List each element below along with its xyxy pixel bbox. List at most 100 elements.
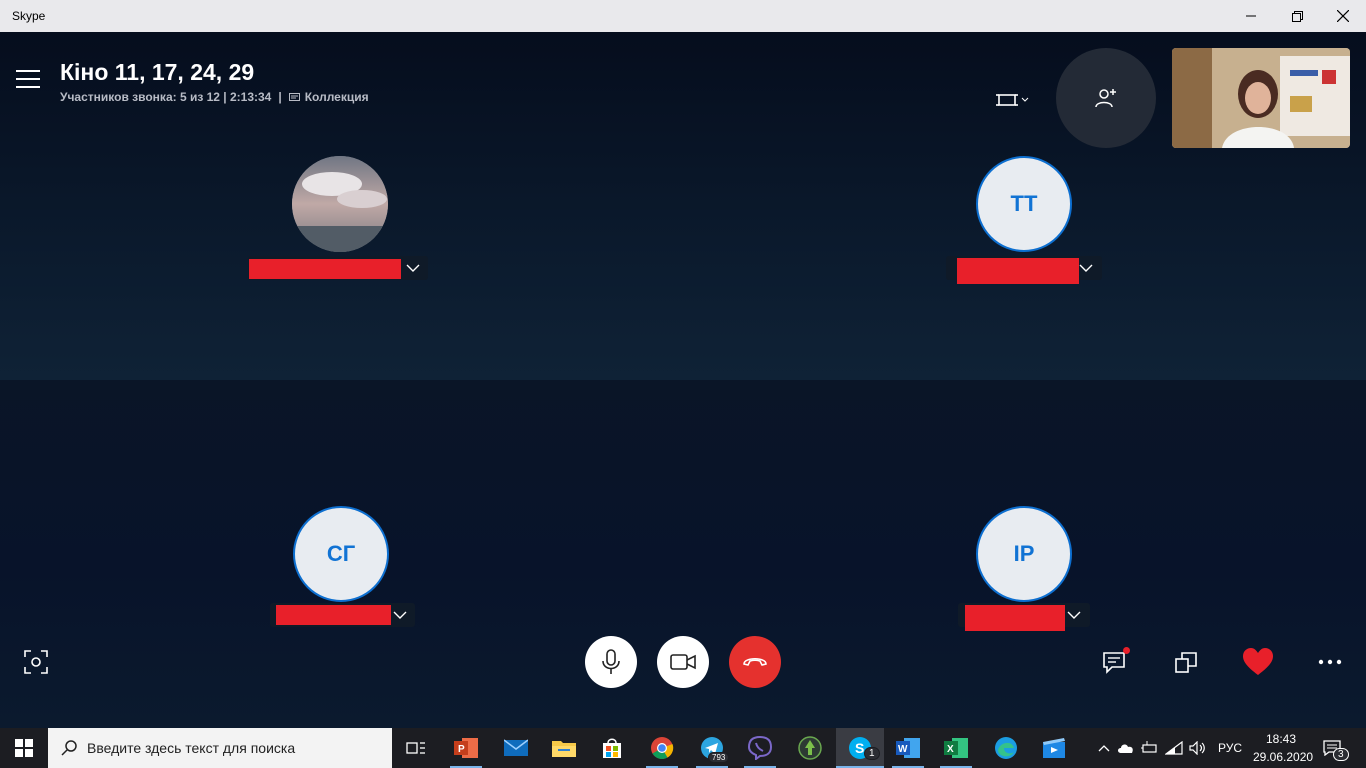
share-screen-button[interactable]: [1172, 648, 1200, 676]
chat-notification-dot: [1123, 647, 1130, 654]
search-icon: [61, 740, 77, 756]
movie-maker-icon: [1043, 738, 1065, 758]
restore-button[interactable]: [1274, 0, 1320, 32]
microphone-icon: [602, 649, 620, 674]
heart-icon: [1243, 648, 1273, 675]
share-screen-icon: [1175, 652, 1197, 673]
notifications-count-badge: 3: [1333, 748, 1349, 761]
taskbar-app-powerpoint[interactable]: P: [442, 728, 490, 768]
input-language-indicator[interactable]: РУС: [1218, 741, 1242, 755]
skype-unread-badge: 1: [864, 747, 880, 760]
participants-count: Участников звонка: 5 из 12 | 2:13:34: [60, 90, 272, 104]
taskbar-app-file-explorer[interactable]: [540, 728, 588, 768]
snapshot-icon: [24, 650, 48, 674]
mail-icon: [504, 739, 528, 756]
clock-date[interactable]: 29.06.2020: [1253, 750, 1313, 764]
windows-logo-icon: [15, 739, 33, 757]
window-titlebar: Skype: [0, 0, 1366, 32]
taskbar-app-viber[interactable]: [736, 728, 784, 768]
add-person-icon: [1095, 89, 1116, 108]
participant-name-bar[interactable]: [270, 603, 415, 627]
power-plug-icon: [1141, 741, 1157, 753]
hang-up-button[interactable]: [729, 636, 781, 688]
participant-avatar: ТТ: [976, 156, 1072, 252]
snapshot-button[interactable]: [22, 648, 50, 676]
call-area: Кіно 11, 17, 24, 29 Участников звонка: 5…: [0, 32, 1366, 728]
telegram-unread-badge: 793: [708, 752, 730, 763]
excel-icon: X: [944, 738, 968, 758]
show-hidden-icons-button[interactable]: [1094, 738, 1114, 758]
taskbar-search-input[interactable]: Введите здесь текст для поиска: [48, 728, 392, 768]
window-title: Skype: [12, 9, 46, 23]
taskbar-app-movie-maker[interactable]: [1030, 728, 1078, 768]
chevron-up-icon: [1098, 745, 1110, 752]
taskbar-app-edge[interactable]: [982, 728, 1030, 768]
participant-initials: ІР: [1013, 541, 1035, 566]
call-subtitle: Участников звонка: 5 из 12 | 2:13:34 | К…: [60, 90, 369, 104]
gallery-link[interactable]: Коллекция: [288, 90, 369, 104]
menu-button[interactable]: [16, 70, 40, 90]
network-tray-button[interactable]: [1164, 738, 1184, 758]
svg-text:X: X: [947, 744, 954, 755]
chevron-down-icon: [1079, 264, 1093, 272]
more-options-button[interactable]: [1316, 648, 1344, 676]
avatar-photo: [292, 156, 388, 252]
minimize-button[interactable]: [1228, 0, 1274, 32]
self-video-image: [1172, 48, 1350, 148]
gallery-icon: [288, 92, 300, 101]
layout-switch-button[interactable]: [996, 88, 1036, 112]
taskbar-app-green[interactable]: [786, 728, 834, 768]
close-icon: [1337, 10, 1349, 22]
participant-name-bar[interactable]: [248, 256, 428, 280]
participant-name-bar[interactable]: [946, 256, 1102, 284]
taskbar-app-word[interactable]: W: [884, 728, 932, 768]
taskbar-app-skype[interactable]: S 1: [836, 728, 884, 768]
close-button[interactable]: [1320, 0, 1366, 32]
taskbar-app-mail[interactable]: [492, 728, 540, 768]
clock-time[interactable]: 18:43: [1266, 732, 1296, 746]
react-button[interactable]: [1242, 646, 1274, 678]
svg-text:W: W: [898, 744, 908, 755]
restore-icon: [1291, 10, 1303, 22]
participant-name-bar[interactable]: [958, 603, 1090, 631]
layout-icon: [996, 94, 1018, 106]
app-green-icon: [798, 736, 822, 760]
video-camera-icon: [670, 654, 696, 670]
more-options-icon: [1318, 659, 1342, 665]
viber-icon: [748, 736, 772, 760]
taskbar-app-chrome[interactable]: [638, 728, 686, 768]
redacted-name: [957, 258, 1079, 284]
minimize-icon: [1246, 15, 1256, 17]
taskbar-app-excel[interactable]: X: [932, 728, 980, 768]
folder-icon: [552, 741, 576, 757]
add-people-button[interactable]: [1056, 48, 1156, 148]
chat-icon: [1103, 652, 1125, 674]
store-icon: [603, 738, 621, 758]
self-video-preview[interactable]: [1172, 48, 1350, 148]
participant-avatar: ІР: [976, 506, 1072, 602]
redacted-name: [276, 605, 391, 625]
onedrive-tray-button[interactable]: [1116, 738, 1136, 758]
call-title: Кіно 11, 17, 24, 29: [60, 59, 255, 85]
taskbar-app-telegram[interactable]: 793: [688, 728, 736, 768]
search-placeholder: Введите здесь текст для поиска: [87, 740, 296, 756]
redacted-name: [249, 259, 401, 279]
svg-text:S: S: [855, 740, 864, 756]
chrome-icon: [651, 737, 674, 759]
video-button[interactable]: [657, 636, 709, 688]
participant-avatar: [292, 156, 388, 252]
mute-button[interactable]: [585, 636, 637, 688]
start-button[interactable]: [0, 728, 48, 768]
battery-tray-button[interactable]: [1140, 738, 1160, 758]
redacted-name: [965, 605, 1065, 631]
chevron-down-icon: [1021, 97, 1029, 102]
speaker-icon: [1189, 741, 1205, 755]
hamburger-icon: [16, 70, 40, 72]
hang-up-icon: [743, 657, 767, 666]
taskbar-app-microsoft-store[interactable]: [588, 728, 636, 768]
participant-avatar: СГ: [293, 506, 389, 602]
svg-text:P: P: [458, 744, 465, 755]
task-view-button[interactable]: [392, 728, 440, 768]
word-icon: W: [896, 738, 920, 758]
volume-tray-button[interactable]: [1188, 738, 1208, 758]
